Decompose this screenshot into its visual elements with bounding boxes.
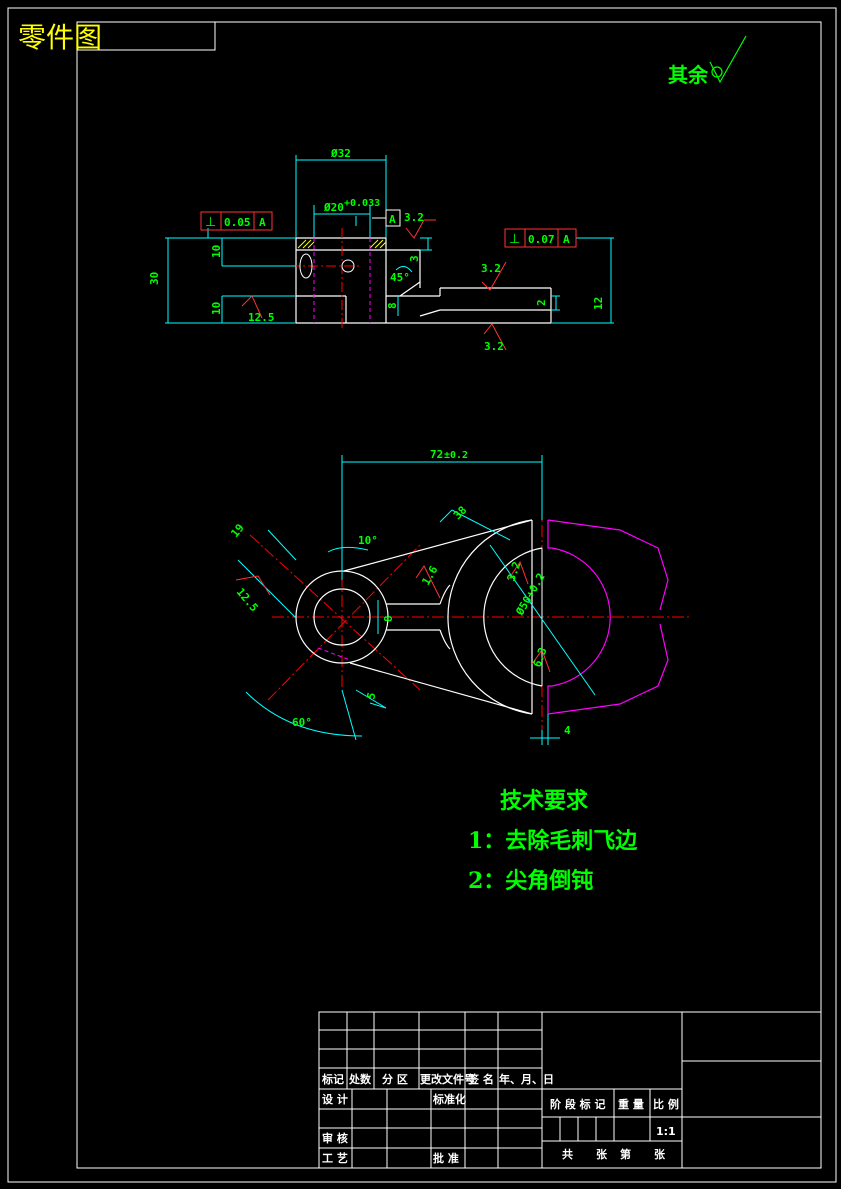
dim-h2: 2 (535, 299, 548, 306)
rough-f2: 3.2 (481, 262, 501, 275)
rough-t4: 6.3 (531, 646, 550, 669)
tb-scale-value: 1:1 (656, 1125, 676, 1138)
tb-weight: 重 量 (618, 1097, 644, 1111)
rough-f1: 3.2 (404, 211, 424, 224)
datum-a: A (372, 209, 401, 227)
dim-d4: 4 (564, 724, 571, 737)
rough-f3: 3.2 (484, 340, 504, 353)
svg-text:A: A (563, 233, 570, 246)
tb-h-mark: 标记 (321, 1072, 344, 1086)
tb-sheet-unit2: 张 (654, 1147, 666, 1161)
tb-h-count: 处数 (348, 1072, 372, 1086)
tb-h-date: 年、月、日 (499, 1072, 554, 1086)
dim-d19: 19 (228, 521, 246, 540)
tech-requirements: 技术要求 1：去除毛刺飞边 2：尖角倒钝 (468, 788, 638, 894)
dim-h30: 30 (148, 272, 161, 285)
svg-text:A: A (389, 213, 396, 226)
drawing-title: 零件图 (18, 21, 102, 54)
dim-h10-bot: 10 (210, 302, 223, 315)
rough-t1: 12.5 (234, 586, 261, 615)
dim-h10-top: 10 (210, 245, 223, 258)
tb-scale-label: 比 例 (653, 1097, 679, 1111)
dim-d20-tol: +0.033 (344, 198, 380, 209)
tb-h-zone: 分 区 (382, 1072, 408, 1086)
top-view: 72 ±0.2 38 19 8 5 4 10° 60° Ø50+0.2 12.5… (228, 448, 690, 745)
rough-t2: 1.6 (419, 563, 440, 587)
tb-review: 审 核 (322, 1131, 348, 1145)
surface-finish-note: 其余 (668, 63, 709, 87)
tb-h-doc: 更改文件号 (420, 1072, 475, 1086)
dim-h12: 12 (592, 297, 605, 310)
dim-d32: Ø32 (330, 147, 351, 160)
tb-sheet-total: 共 (562, 1147, 573, 1161)
tech-heading: 技术要求 (500, 788, 588, 814)
dim-d8: 8 (382, 615, 395, 622)
tb-sheet-unit: 张 (596, 1147, 608, 1161)
dim-a10: 10° (358, 534, 378, 547)
dim-d72-tol: ±0.2 (444, 450, 468, 461)
tb-approve: 批 准 (433, 1151, 459, 1165)
dim-a60: 60° (292, 716, 312, 729)
dim-angle45: 45° (390, 271, 410, 284)
title-block-text: 标记 处数 分 区 更改文件号 签 名 年、月、日 设 计 标准化 审 核 工 … (321, 1072, 679, 1165)
dim-h3: 3 (408, 255, 421, 262)
svg-text:0.07: 0.07 (528, 233, 555, 246)
tb-h-sign: 签 名 (467, 1072, 494, 1086)
tb-stage: 阶 段 标 记 (550, 1097, 606, 1111)
tech-item-2: 2：尖角倒钝 (468, 868, 593, 894)
dim-h8: 8 (386, 302, 399, 309)
roughness-symbol-general (709, 35, 747, 84)
tolerance-frame-2: ⊥ 0.07 A (504, 228, 577, 248)
tb-sheet-nth: 第 (620, 1147, 631, 1161)
tb-process: 工 艺 (322, 1151, 348, 1165)
front-view: Ø32 Ø20 +0.033 30 10 10 3 8 2 12 45° ⊥ 0… (148, 147, 614, 353)
dim-d20: Ø20 (323, 201, 344, 214)
rough-t3: 3.2 (505, 560, 524, 583)
svg-text:0.05: 0.05 (224, 216, 251, 229)
tb-standard: 标准化 (432, 1092, 466, 1106)
inner-border (76, 21, 822, 1169)
svg-text:⊥: ⊥ (509, 232, 520, 247)
title-block (318, 1011, 822, 1169)
dim-d72: 72 (430, 448, 443, 461)
svg-text:A: A (259, 216, 266, 229)
tech-item-1: 1：去除毛刺飞边 (468, 828, 638, 854)
svg-text:⊥: ⊥ (205, 215, 216, 230)
tb-design: 设 计 (322, 1092, 348, 1106)
dim-d5: 5 (364, 691, 378, 701)
rough-f4: 12.5 (248, 311, 275, 324)
outer-border (7, 7, 837, 1183)
dim-r38: 38 (451, 504, 470, 523)
cad-drawing: 零件图 其余 Ø32 Ø20 +0.033 30 10 10 3 8 2 12 … (7, 7, 837, 1183)
tolerance-frame-1: ⊥ 0.05 A (200, 211, 273, 231)
